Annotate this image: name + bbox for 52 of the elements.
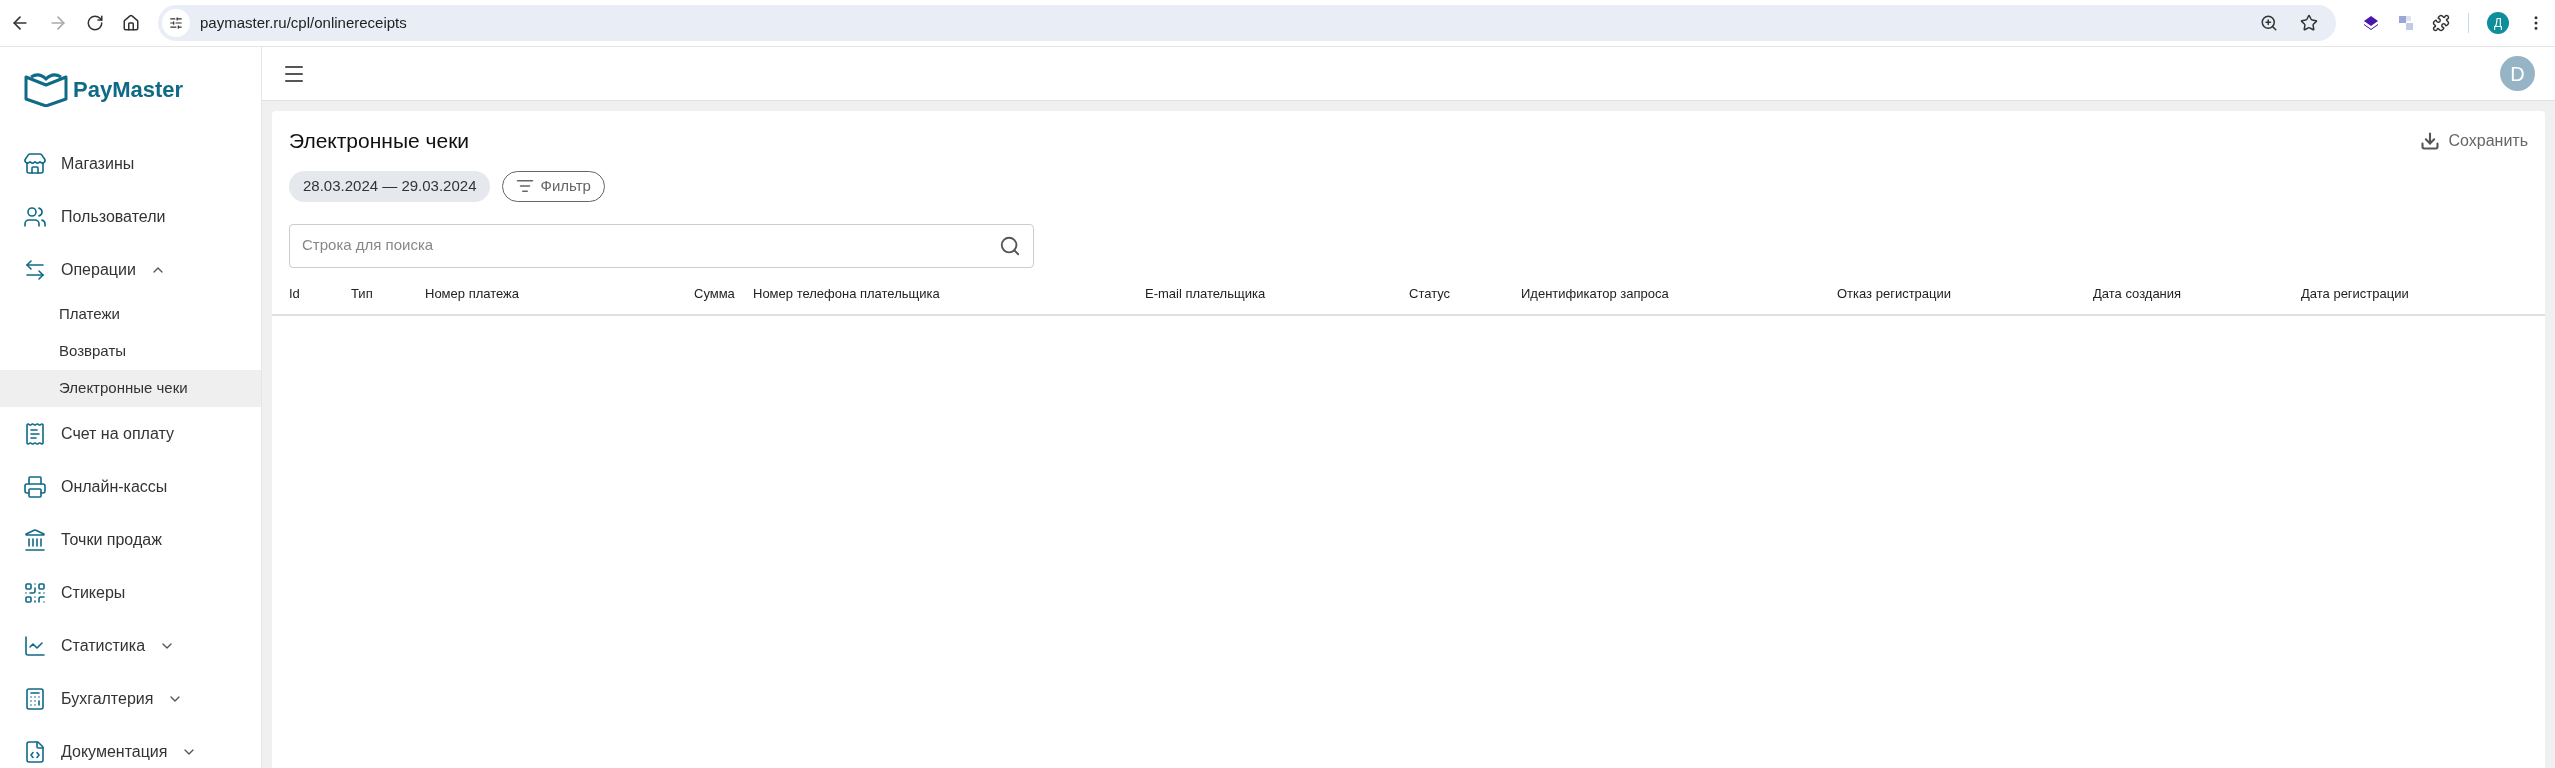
column-header: Номер платежа: [425, 284, 520, 303]
column-header: Идентификатор запроса: [1521, 284, 1670, 303]
column-header: Id: [289, 284, 301, 303]
column-header: Сумма: [694, 284, 736, 303]
sidebar-item[interactable]: Пользователи: [0, 190, 261, 243]
sidebar-item[interactable]: Статистика: [0, 619, 261, 672]
sidebar-item[interactable]: Точки продаж: [0, 513, 261, 566]
sidebar-subitem[interactable]: Возвраты: [0, 333, 261, 370]
column-header: Статус: [1409, 284, 1452, 303]
column-header: Тип: [351, 284, 374, 303]
download-icon: [2420, 130, 2441, 151]
address-bar[interactable]: paymaster.ru/cpl/onlinereceipts: [158, 5, 2336, 41]
sidebar-item[interactable]: Операции: [0, 243, 261, 296]
column-header: Номер телефона плательщика: [753, 284, 941, 303]
column-header: Дата регистрации: [2301, 284, 2410, 303]
column-header: Отказ регистрации: [1837, 284, 1953, 303]
save-button[interactable]: Сохранить: [2420, 128, 2528, 153]
sidebar-item[interactable]: Стикеры: [0, 566, 261, 619]
sidebar-item[interactable]: Магазины: [0, 137, 261, 190]
logo-icon: [23, 71, 69, 107]
sidebar-item[interactable]: Счет на оплату: [0, 407, 261, 460]
arrows-icon: [23, 257, 47, 282]
sidebar-subitem[interactable]: Электронные чеки: [0, 370, 261, 407]
extension-icon[interactable]: [2362, 14, 2380, 32]
search-input[interactable]: Строка для поиска: [302, 234, 999, 257]
home-icon[interactable]: [122, 14, 140, 32]
calculator-icon: [23, 686, 47, 711]
zoom-icon[interactable]: [2260, 14, 2278, 32]
search-icon[interactable]: [999, 234, 1021, 257]
site-settings-icon[interactable]: [162, 9, 190, 37]
sidebar-item[interactable]: Онлайн-кассы: [0, 460, 261, 513]
filter-icon: [516, 177, 535, 195]
url-text: paymaster.ru/cpl/onlinereceipts: [200, 12, 408, 33]
chart-icon: [23, 633, 47, 658]
sidebar-subitem[interactable]: Платежи: [0, 296, 261, 333]
page-title: Электронные чеки: [289, 128, 470, 154]
logo-text: PayMaster: [73, 75, 184, 104]
api-document-icon: [23, 739, 47, 764]
users-icon: [23, 204, 47, 229]
column-header: Дата создания: [2093, 284, 2183, 303]
receipt-icon: [23, 421, 47, 446]
bookmark-star-icon[interactable]: [2300, 14, 2318, 32]
date-range-chip[interactable]: 28.03.2024 — 29.03.2024: [289, 170, 491, 202]
store-icon: [23, 151, 47, 176]
sidebar-item[interactable]: Бухгалтерия: [0, 672, 261, 725]
sidebar-item[interactable]: Документация: [0, 725, 261, 768]
column-header: E-mail плательщика: [1145, 284, 1267, 303]
search-field[interactable]: Строка для поиска: [289, 223, 1034, 268]
reload-icon[interactable]: [86, 14, 104, 32]
extensions-puzzle-icon[interactable]: [2432, 14, 2450, 32]
profile-avatar[interactable]: Д: [2487, 12, 2509, 34]
qr-code-icon: [23, 580, 47, 605]
